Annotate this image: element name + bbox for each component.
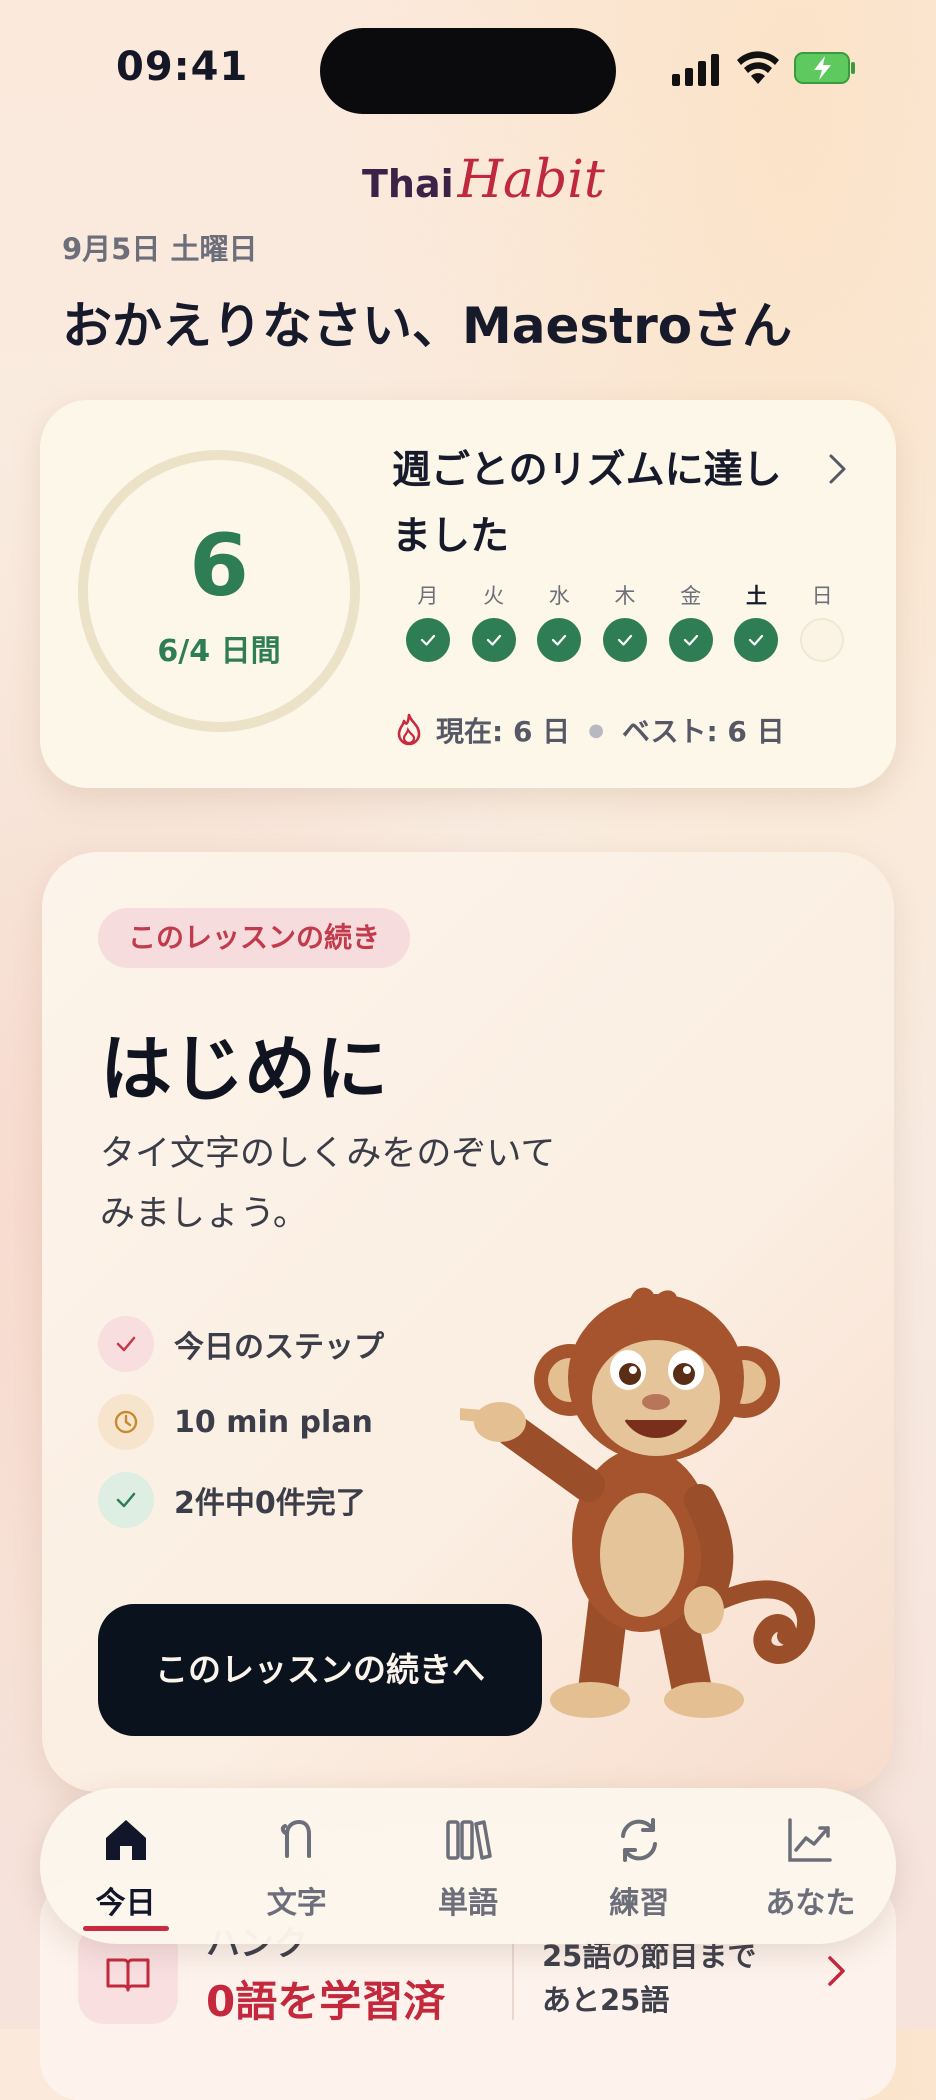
tab-you[interactable]: あなた [725,1788,896,1944]
step-label: 10 min plan [174,1404,373,1440]
day-complete-check-icon [405,618,450,662]
chart-icon [788,1818,833,1862]
streak-title: 週ごとのリズムに達しました [392,448,782,559]
chevron-right-icon[interactable] [826,452,850,486]
week-days: 月火水木金土日 [395,580,855,662]
weekday-label: 水 [548,584,570,608]
streak-ratio: 6/4 日間 [157,634,281,669]
weekday-label: 月 [417,584,439,608]
streak-stats: 現在: 6 日 ● ベスト: 6 日 [394,710,785,750]
logo-thai: Thai [362,162,454,206]
day-complete-check-icon [537,618,582,662]
books-icon [446,1820,492,1860]
signal-icon [672,54,719,86]
day-complete-check-icon [668,618,713,662]
tab-label: あなた [765,1886,856,1921]
clock-icon [98,1394,154,1450]
flame-icon [397,713,421,746]
step-label: 今日のステップ [174,1330,384,1365]
weekday-4: 金 [658,580,724,662]
thai-letter-icon [280,1819,311,1858]
check-icon [98,1316,154,1372]
weekday-label: 金 [680,584,702,608]
active-tab-indicator [82,1926,169,1931]
step-progress: 2件中0件完了 [98,1472,366,1528]
monkey-mascot-image [460,1287,815,1718]
tab-words[interactable]: 単語 [382,1788,553,1944]
tab-practice[interactable]: 練習 [554,1788,725,1944]
separator-dot: ● [588,719,604,741]
weekday-3: 木 [592,580,658,662]
bottom-tab-bar: 今日 文字 単語 練習 あなた [40,1788,896,1944]
step-label: 2件中0件完了 [174,1486,366,1521]
day-empty-dot [800,618,845,662]
current-date: 9月5日 土曜日 [62,232,258,266]
vocab-goal-line2: あと25語 [542,1983,670,2017]
step-plan: 10 min plan [98,1394,373,1450]
status-time: 09:41 [116,44,249,90]
weekday-2: 水 [526,580,592,662]
app-logo: Thai Habit [362,150,605,210]
day-complete-check-icon [734,618,779,662]
continue-lesson-label: このレッスンの続きへ [155,1650,485,1689]
logo-habit: Habit [457,150,605,210]
continue-badge: このレッスンの続き [98,908,411,968]
vocab-learned: 0語を学習済 [206,1977,446,2026]
tab-today[interactable]: 今日 [40,1788,211,1944]
weekday-label: 木 [614,584,636,608]
refresh-icon [621,1818,658,1862]
dynamic-island [320,28,616,114]
vocab-goal: 25語の節目まで あと25語 [542,1934,756,2022]
home-icon [105,1820,146,1860]
weekday-6: 日 [789,580,855,662]
lesson-title: はじめに [100,1027,389,1111]
tab-label: 今日 [95,1886,156,1921]
day-complete-check-icon [603,618,648,662]
streak-current: 現在: 6 日 [436,715,571,748]
greeting-title: おかえりなさい、Maestroさん [62,297,793,355]
step-today: 今日のステップ [98,1316,384,1372]
weekday-0: 月 [395,580,461,662]
streak-count: 6 [189,516,249,616]
tab-label: 単語 [438,1886,498,1921]
weekday-label: 火 [483,584,505,608]
weekday-label: 土 [745,584,767,608]
tab-letters[interactable]: 文字 [211,1788,382,1944]
lesson-description: タイ文字のしくみをのぞいてみましょう。 [100,1134,556,1234]
chevron-right-icon[interactable] [826,1954,848,1988]
streak-best: ベスト: 6 日 [621,715,785,748]
weekday-5: 土 [724,580,790,662]
battery-charging-icon [794,52,855,84]
tab-label: 練習 [609,1886,670,1921]
tab-label: 文字 [266,1886,327,1921]
weekday-label: 日 [811,584,833,608]
check-icon [98,1472,154,1528]
weekday-1: 火 [461,580,527,662]
day-complete-check-icon [471,618,516,662]
wifi-icon [737,51,779,84]
